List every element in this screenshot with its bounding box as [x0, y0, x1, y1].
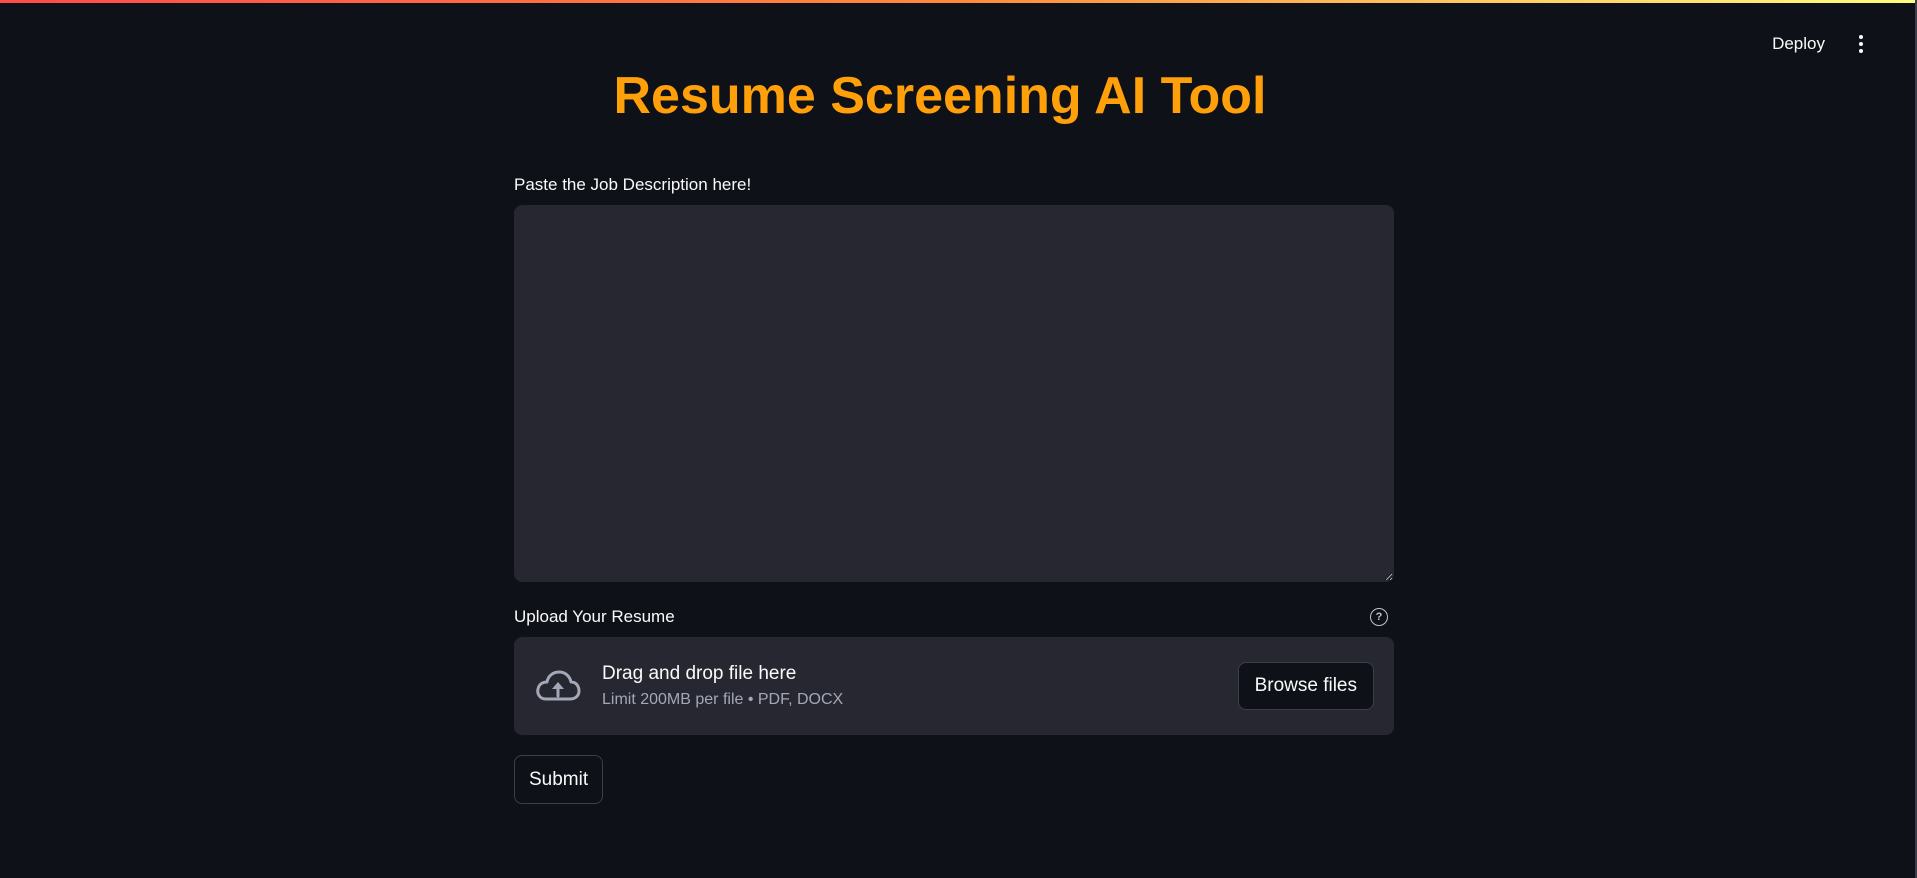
dropzone-hint: Limit 200MB per file • PDF, DOCX: [602, 691, 844, 708]
upload-label-row: Upload Your Resume ?: [514, 607, 1394, 627]
job-description-textarea[interactable]: [514, 205, 1394, 582]
page-title: Resume Screening AI Tool: [613, 67, 1267, 125]
app-header: Deploy: [1764, 28, 1873, 60]
job-description-label: Paste the Job Description here!: [514, 175, 752, 194]
more-vertical-icon[interactable]: [1849, 28, 1873, 60]
submit-button[interactable]: Submit: [514, 755, 604, 804]
dropzone-title: Drag and drop file here: [602, 663, 797, 684]
dropzone-text: Drag and drop file here Limit 200MB per …: [602, 663, 1238, 709]
cloud-upload-icon: [534, 666, 582, 706]
main-content: Paste the Job Description here! Upload Y…: [514, 175, 1394, 804]
top-decoration-bar: [0, 0, 1917, 3]
menu-dot: [1859, 49, 1863, 53]
menu-dot: [1859, 35, 1863, 39]
deploy-button[interactable]: Deploy: [1764, 28, 1833, 60]
resume-upload-label: Upload Your Resume: [514, 607, 675, 626]
help-circle-icon[interactable]: ?: [1370, 608, 1388, 626]
file-dropzone[interactable]: Drag and drop file here Limit 200MB per …: [514, 637, 1394, 735]
browse-files-button[interactable]: Browse files: [1237, 662, 1374, 710]
menu-dot: [1859, 42, 1863, 46]
